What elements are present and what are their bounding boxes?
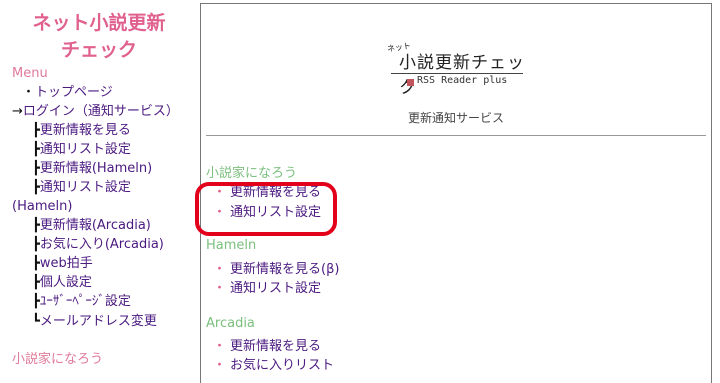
site-logo: ネット 小説更新チェック RSS Reader plus: [386, 40, 527, 98]
sidebar-item-label: 通知リスト設定: [39, 180, 131, 195]
link-label: お気に入りリスト: [230, 358, 335, 373]
sidebar-item-user-page-settings[interactable]: ┣ﾕｰｻﾞｰﾍﾟｰｼﾞ設定: [32, 292, 131, 311]
link-label: 通知リスト設定: [230, 281, 322, 296]
tree-branch-mark: ┣: [32, 180, 40, 195]
tree-branch-mark: ┣: [32, 275, 40, 290]
sidebar: ネット小説更新 チェック Menu ・トップページ →ログイン（通知サービス） …: [0, 0, 198, 374]
group-heading-narou: 小説家になろう: [206, 166, 298, 181]
link-arcadia-view-updates[interactable]: ・更新情報を見る: [213, 335, 321, 354]
link-label: 更新情報を見る: [230, 339, 322, 354]
link-label: 更新情報を見る(β): [230, 262, 340, 277]
sidebar-item-web-clap[interactable]: ┣web拍手: [32, 254, 93, 273]
sidebar-item-label: トップページ: [35, 85, 113, 100]
sidebar-section-narou-heading: 小説家になろう: [12, 352, 104, 367]
bullet-icon: ・: [213, 358, 227, 373]
group-heading-arcadia: Arcadia: [206, 316, 255, 331]
bullet-icon: ・: [213, 339, 227, 354]
tree-end-mark: ┗: [32, 314, 40, 329]
sidebar-item-label: (Hameln): [12, 199, 73, 214]
page-title: 更新通知サービス: [407, 111, 504, 125]
sidebar-item-notify-list-hameln-cont[interactable]: (Hameln): [12, 197, 72, 216]
link-narou-notify-list[interactable]: ・通知リスト設定: [213, 201, 321, 220]
sidebar-item-top-page[interactable]: ・トップページ: [22, 83, 113, 102]
link-hameln-notify-list[interactable]: ・通知リスト設定: [213, 277, 321, 296]
sidebar-item-label: web拍手: [39, 256, 93, 271]
sidebar-item-change-email[interactable]: ┗メールアドレス変更: [32, 312, 157, 331]
tree-branch-mark: ┣: [32, 123, 40, 138]
sidebar-item-label: お気に入り(Arcadia): [39, 237, 164, 252]
tree-branch-mark: ┣: [32, 294, 40, 309]
sidebar-item-view-updates[interactable]: ┣更新情報を見る: [32, 121, 131, 140]
logo-subtitle: RSS Reader plus: [417, 75, 508, 86]
main-content: ネット 小説更新チェック RSS Reader plus 更新通知サービス 小説…: [195, 3, 712, 383]
link-arcadia-favorites[interactable]: ・お気に入りリスト: [213, 354, 334, 373]
sidebar-item-label: 更新情報(Arcadia): [39, 218, 151, 233]
bullet-mark: ・: [22, 85, 36, 100]
sidebar-item-login-notification[interactable]: →ログイン（通知サービス）: [12, 102, 179, 121]
sidebar-item-label: 通知リスト設定: [39, 142, 131, 157]
link-label: 通知リスト設定: [230, 205, 322, 220]
tree-branch-mark: ┣: [32, 142, 40, 157]
bullet-icon: ・: [213, 185, 227, 200]
sidebar-item-updates-arcadia[interactable]: ┣更新情報(Arcadia): [32, 216, 151, 235]
link-hameln-view-updates[interactable]: ・更新情報を見る(β): [213, 258, 339, 277]
bullet-icon: ・: [213, 281, 227, 296]
sidebar-item-label: 更新情報を見る: [39, 123, 131, 138]
tree-branch-mark: ┣: [32, 256, 40, 271]
tree-branch-mark: ┣: [32, 218, 40, 233]
sidebar-item-updates-hameln[interactable]: ┣更新情報(Hameln): [32, 159, 152, 178]
divider: [206, 135, 706, 136]
menu-heading: Menu: [12, 66, 48, 81]
sidebar-item-notify-list-hameln[interactable]: ┣通知リスト設定: [32, 178, 131, 197]
sidebar-item-label: 個人設定: [39, 275, 92, 290]
sidebar-item-label: メールアドレス変更: [39, 314, 157, 329]
site-title-line1: ネット小説更新: [32, 12, 166, 34]
sidebar-item-notify-list[interactable]: ┣通知リスト設定: [32, 140, 131, 159]
sidebar-item-label: 更新情報(Hameln): [39, 161, 153, 176]
sidebar-item-label: ﾕｰｻﾞｰﾍﾟｰｼﾞ設定: [39, 294, 131, 309]
tree-branch-mark: ┣: [32, 237, 40, 252]
tree-branch-mark: ┣: [32, 161, 40, 176]
sidebar-item-label: ログイン（通知サービス）: [22, 104, 179, 119]
logo-underline: [391, 73, 523, 74]
arrow-mark: →: [12, 104, 23, 119]
link-label: 更新情報を見る: [230, 185, 322, 200]
logo-square-icon: [407, 79, 414, 86]
site-title-line2: チェック: [60, 39, 137, 61]
group-heading-hameln: Hameln: [206, 238, 257, 253]
bullet-icon: ・: [213, 262, 227, 277]
link-narou-view-updates[interactable]: ・更新情報を見る: [213, 181, 321, 200]
sidebar-item-personal-settings[interactable]: ┣個人設定: [32, 273, 92, 292]
sidebar-item-favorites-arcadia[interactable]: ┣お気に入り(Arcadia): [32, 235, 164, 254]
bullet-icon: ・: [213, 205, 227, 220]
